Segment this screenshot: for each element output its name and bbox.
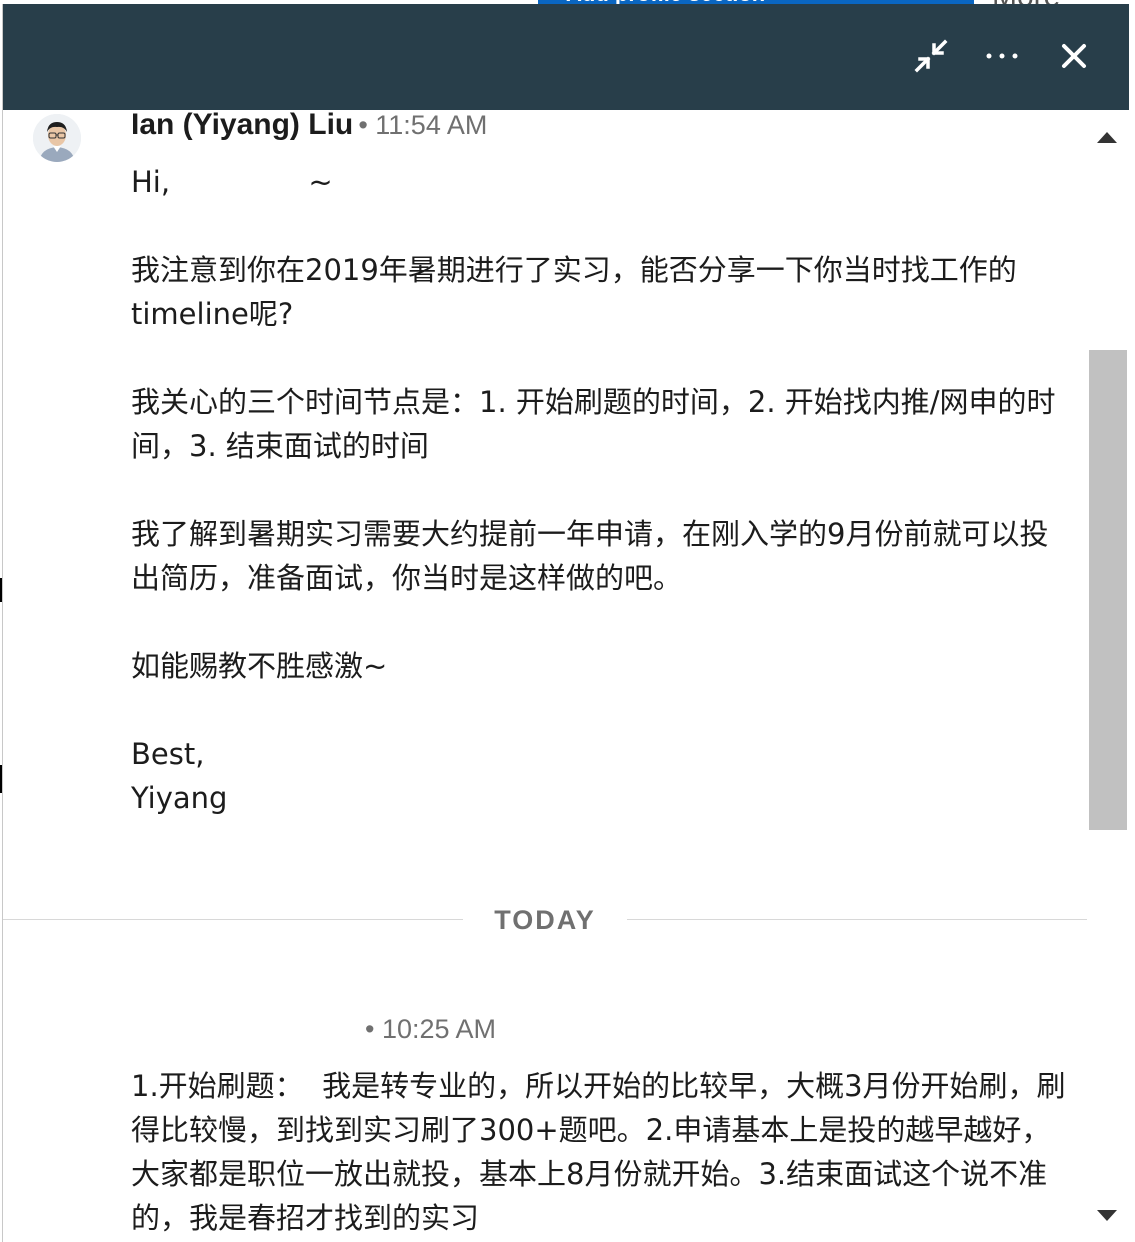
message-body: Hi, ~ 我注意到你在2019年暑期进行了实习，能否分享一下你当时找工作的ti… xyxy=(131,165,1056,815)
close-button[interactable] xyxy=(1052,34,1096,78)
message-header: Ian (Yiyang) Liu • 11:54 AM xyxy=(131,110,487,142)
date-divider-label: TODAY xyxy=(494,905,596,935)
ellipsis-icon xyxy=(986,53,1018,59)
date-divider: TODAY xyxy=(3,900,1087,940)
message-window: Ian (Yiyang) Liu • 11:54 AM Hi, ~ 我注意到你在… xyxy=(2,4,1129,1242)
message-header: • 10:25 AM xyxy=(365,1012,496,1046)
close-icon xyxy=(1062,44,1086,68)
divider-line xyxy=(627,919,1087,920)
avatar[interactable] xyxy=(33,114,81,162)
message-time: • 10:25 AM xyxy=(365,1014,497,1044)
divider-line xyxy=(3,919,463,920)
sender-name[interactable]: Ian (Yiyang) Liu xyxy=(131,110,353,141)
scrollbar[interactable] xyxy=(1087,110,1129,1242)
more-options-button[interactable] xyxy=(980,34,1024,78)
collapse-arrows-icon xyxy=(914,39,948,73)
profile-photo-icon xyxy=(33,114,81,162)
minimize-button[interactable] xyxy=(909,34,953,78)
scroll-up-arrow-icon[interactable] xyxy=(1097,132,1117,143)
window-header xyxy=(3,4,1129,110)
scrollbar-thumb[interactable] xyxy=(1089,350,1127,830)
message-body: 1.开始刷题： 我是转专业的，所以开始的比较早，大概3月份开始刷，刷得比较慢，到… xyxy=(131,1069,1066,1235)
scroll-down-arrow-icon[interactable] xyxy=(1097,1210,1117,1221)
message-time: • 11:54 AM xyxy=(358,110,488,140)
conversation-thread: Ian (Yiyang) Liu • 11:54 AM Hi, ~ 我注意到你在… xyxy=(3,110,1087,1242)
